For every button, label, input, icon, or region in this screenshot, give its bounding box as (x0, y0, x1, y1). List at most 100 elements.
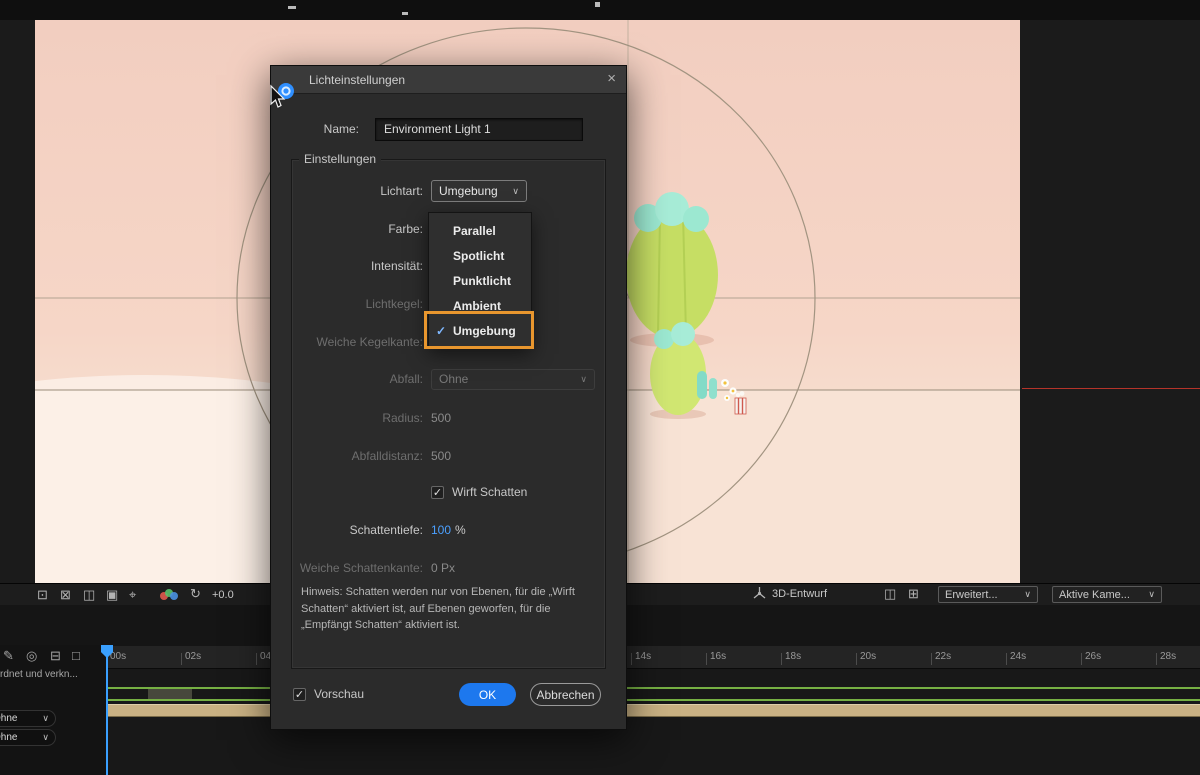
dialog-titlebar[interactable]: Lichteinstellungen × (271, 66, 626, 94)
frame-blend-icon[interactable]: ⊟ (50, 648, 61, 664)
show-channels-icon[interactable] (160, 589, 180, 602)
viewport-marker (402, 12, 408, 15)
playhead-line[interactable] (106, 645, 108, 775)
region-of-interest-icon[interactable]: ▣ (106, 587, 118, 603)
menu-item-label: Parallel (453, 223, 496, 238)
shadow-diffusion-label: Weiche Schattenkante: (299, 561, 423, 575)
falloff-value: Ohne (439, 372, 469, 386)
mask-visibility-icon[interactable]: ◫ (83, 587, 95, 603)
chevron-down-icon: ∨ (42, 713, 49, 723)
light-type-label: Lichtart: (380, 184, 423, 198)
close-icon[interactable]: × (607, 70, 616, 87)
shadow-darkness-unit: % (455, 523, 466, 537)
menu-item-parallel[interactable]: Parallel (429, 218, 531, 243)
parent-link-value: Ohne (0, 732, 18, 743)
pen-icon[interactable]: ✎ (3, 648, 14, 664)
viewport-marker (595, 2, 600, 7)
casts-shadows-label: Wirft Schatten (452, 485, 528, 499)
chevron-down-icon: ∨ (42, 732, 49, 742)
preview-label: Vorschau (314, 687, 365, 701)
time-tick: 14s (630, 651, 652, 665)
viewport-marker (288, 6, 296, 9)
preview-checkbox[interactable]: ✓ (293, 687, 306, 701)
work-area-segment[interactable] (148, 689, 192, 699)
layer-switches-icon[interactable]: □ (72, 648, 80, 663)
reset-exposure-icon[interactable]: ↻ (190, 586, 201, 602)
radius-value: 500 (431, 411, 452, 425)
menu-item-label: Punktlicht (453, 273, 512, 288)
color-label: Farbe: (388, 222, 423, 236)
fast-previews-dropdown[interactable]: Erweitert... ∨ (938, 586, 1038, 603)
falloff-row: Abfall: Ohne ∨ (289, 368, 608, 390)
shadow-darkness-row: Schattentiefe: 100 % (289, 519, 608, 541)
3d-axis-icon (753, 587, 766, 599)
menu-item-ambient[interactable]: Ambient (429, 293, 531, 318)
transparency-grid-icon[interactable]: ⊠ (60, 587, 71, 603)
active-camera-dropdown[interactable]: Aktive Kame... ∨ (1052, 586, 1162, 603)
light-type-dropdown[interactable]: Umgebung ∨ (431, 180, 527, 202)
shadow-diffusion-row: Weiche Schattenkante: 0 Px (289, 557, 608, 579)
large-bush (626, 192, 718, 338)
timeline-ruler[interactable]: 00s 02s 04s 06s 08s 10s 12s 14s 16s 18s … (85, 646, 1200, 669)
after-effects-window: ⊡ ⊠ ◫ ▣ ⌖ ↻ +0.0 3D-Entwurf ◫ ⊞ Erweiter… (0, 0, 1200, 775)
chevron-down-icon: ∨ (1024, 589, 1031, 599)
time-tick: 28s (1155, 651, 1177, 665)
check-icon: ✓ (436, 323, 447, 338)
falloff-distance-row: Abfalldistanz: 500 (289, 445, 608, 467)
time-tick: 02s (180, 651, 202, 665)
time-tick: 18s (780, 651, 802, 665)
ok-button[interactable]: OK (459, 683, 516, 706)
light-settings-dialog: Lichteinstellungen × Name: Environment L… (270, 65, 627, 730)
radius-row: Radius: 500 (289, 407, 608, 429)
intensity-label: Intensität: (370, 259, 423, 273)
cone-feather-label: Weiche Kegelkante: (316, 335, 423, 349)
falloff-dropdown: Ohne ∨ (431, 368, 595, 390)
menu-item-label: Ambient (453, 298, 501, 313)
light-type-value: Umgebung (439, 184, 498, 198)
falloff-distance-label: Abfalldistanz: (351, 449, 423, 463)
motion-blur-icon[interactable]: ◎ (26, 648, 37, 664)
chevron-down-icon: ∨ (580, 373, 587, 384)
name-row: Name: Environment Light 1 (289, 117, 608, 141)
casts-shadows-checkbox[interactable]: ✓ (431, 485, 444, 499)
shadow-diffusion-value: 0 Px (431, 561, 456, 575)
grid-guides-icon[interactable]: ⊡ (37, 587, 48, 603)
light-type-menu: Parallel Spotlicht Punktlicht Ambient ✓ … (428, 212, 532, 348)
falloff-distance-value: 500 (431, 449, 452, 463)
layer-name-truncated: rdnet und verkn... (0, 669, 78, 680)
parent-link-dropdown[interactable]: Ohne ∨ (0, 729, 56, 746)
view-layout-icon[interactable]: ◫ (884, 586, 896, 602)
menu-item-pointlight[interactable]: Punktlicht (429, 268, 531, 293)
shadow-darkness-value[interactable]: 100 (431, 523, 451, 537)
chevron-down-icon: ∨ (512, 185, 519, 196)
cone-angle-label: Lichtkegel: (365, 297, 423, 311)
time-tick: 22s (930, 651, 952, 665)
time-tick: 24s (1005, 651, 1027, 665)
menu-item-environment[interactable]: ✓ Umgebung (429, 318, 531, 343)
shadow-hint-text: Hinweis: Schatten werden nur von Ebenen,… (301, 586, 575, 631)
parent-link-dropdown[interactable]: Ohne ∨ (0, 710, 56, 727)
casts-shadows-row: ✓ Wirft Schatten (289, 481, 608, 503)
settings-group-label: Einstellungen (299, 152, 382, 166)
parent-link-value: Ohne (0, 713, 18, 724)
exposure-value[interactable]: +0.0 (212, 589, 234, 601)
name-label: Name: (323, 122, 359, 136)
time-tick: 26s (1080, 651, 1102, 665)
falloff-label: Abfall: (389, 372, 423, 386)
time-tick: 20s (855, 651, 877, 665)
dialog-title: Lichteinstellungen (309, 72, 406, 87)
renderer-label: 3D-Entwurf (772, 587, 828, 600)
cancel-button[interactable]: Abbrechen (530, 683, 601, 706)
time-tick: 16s (705, 651, 727, 665)
shadow-darkness-label: Schattentiefe: (349, 523, 423, 537)
fast-previews-value: Erweitert... (945, 588, 998, 601)
snapshot-icon[interactable]: ⌖ (129, 587, 136, 603)
share-view-icon[interactable]: ⊞ (908, 586, 919, 602)
renderer-button[interactable]: 3D-Entwurf (752, 586, 827, 601)
chevron-down-icon: ∨ (1148, 589, 1155, 599)
top-panel-strip (0, 0, 1200, 20)
selected-layer-guide-line (1022, 388, 1200, 389)
menu-item-spotlight[interactable]: Spotlicht (429, 243, 531, 268)
menu-item-label: Umgebung (453, 323, 516, 338)
light-name-input[interactable]: Environment Light 1 (375, 117, 583, 141)
